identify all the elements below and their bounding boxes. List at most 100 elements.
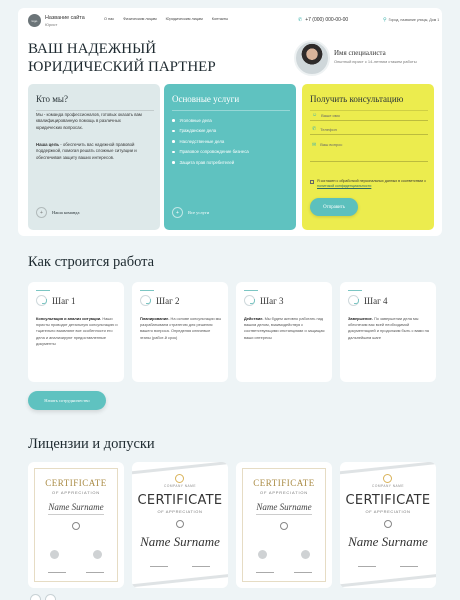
certificate-name: Name Surname (140, 534, 220, 549)
company-name: COMPANY NAME (372, 484, 404, 488)
certificate-card[interactable]: CERTIFICATE OF APPRECIATION Name Surname (28, 462, 124, 588)
signature-line (294, 572, 312, 573)
phone[interactable]: ✆ +7 (000) 000-00-00 (298, 17, 348, 23)
services-list: Уголовные дела Гражданские дела Наследст… (172, 115, 249, 168)
nav-contacts[interactable]: Контакты (212, 17, 228, 21)
certificate-card[interactable]: COMPANY NAME CERTIFICATE OF APPRECIATION… (132, 462, 228, 588)
step-accent (36, 290, 50, 292)
nav-individuals[interactable]: Физическим лицам (123, 17, 157, 21)
site-subtitle: Юрист (45, 22, 58, 27)
consent-prefix: Я согласен с обработкой персональных дан… (317, 179, 426, 183)
consent-text: Я согласен с обработкой персональных дан… (317, 179, 428, 189)
seal-icon (301, 550, 310, 559)
all-services-link[interactable]: + Все услуги (172, 207, 209, 218)
step-card: Шаг 3 Действие. Мы будем активно работать… (236, 282, 332, 382)
nav-about[interactable]: О нас (104, 17, 114, 21)
signature-line (400, 566, 418, 567)
how-title: Как строится работа (28, 254, 155, 270)
name-field[interactable]: ☺ Ваше имя (310, 110, 428, 121)
about-title: Кто мы? (36, 94, 68, 104)
step-lead: Завершение. (348, 316, 373, 321)
start-cooperation-button[interactable]: Начать сотрудничество (28, 391, 106, 410)
checkbox-icon[interactable] (310, 180, 314, 184)
services-title: Основные услуги (172, 94, 240, 104)
user-icon: ☺ (312, 112, 318, 118)
service-item[interactable]: Уголовные дела (172, 115, 249, 126)
certificate-heading: CERTIFICATE (137, 493, 223, 508)
service-item[interactable]: Гражданские дела (172, 126, 249, 137)
step-accent (348, 290, 362, 292)
decor-stripe (132, 572, 228, 588)
service-item[interactable]: Правовое сопровождение бизнеса (172, 147, 249, 158)
step-accent (140, 290, 154, 292)
step-text: Консультация и анализ ситуации. Наши юри… (36, 316, 118, 347)
name-placeholder: Ваше имя (321, 112, 340, 118)
about-block: Кто мы? Мы - команда профессионалов, гот… (28, 84, 160, 230)
carousel-controls (30, 594, 56, 600)
service-item[interactable]: Наследственные дела (172, 136, 249, 147)
question-field[interactable]: ✉ Ваш вопрос (310, 140, 428, 162)
prev-arrow-icon[interactable] (30, 594, 41, 600)
step-text: Завершение. По завершении дела мы обеспе… (348, 316, 430, 341)
hero-title: ВАШ НАДЕЖНЫЙ ЮРИДИЧЕСКИЙ ПАРТНЕР (28, 40, 216, 76)
signature-line (48, 572, 66, 573)
divider (36, 110, 154, 111)
decor-stripe (340, 572, 436, 588)
about-text: Мы - команда профессионалов, готовых ока… (36, 112, 142, 130)
hero-title-line1: ВАШ НАДЕЖНЫЙ (28, 41, 157, 57)
certificate-card[interactable]: CERTIFICATE OF APPRECIATION Name Surname (236, 462, 332, 588)
certificate-name: Name Surname (256, 502, 312, 512)
address: ⚲ Город, название улицы, Дом 1 (383, 17, 439, 23)
step-title: Шаг 2 (156, 296, 180, 306)
phone-field[interactable]: ✆ Телефон (310, 124, 428, 135)
signature-line (256, 572, 274, 573)
specialist-name: Имя специалиста (334, 49, 386, 57)
step-title: Шаг 3 (260, 296, 284, 306)
phone-icon: ✆ (312, 126, 317, 132)
team-link[interactable]: + Наша команда (36, 207, 79, 218)
specialist-description: Опытный юрист с 14-летним стажем работы (334, 59, 417, 64)
all-services-label: Все услуги (188, 210, 210, 215)
step-card: Шаг 4 Завершение. По завершении дела мы о… (340, 282, 436, 382)
services-block: Основные услуги Уголовные дела Гражданск… (164, 84, 296, 230)
medal-icon (175, 474, 184, 483)
certificate-name: Name Surname (348, 534, 428, 549)
certificate-heading: CERTIFICATE (253, 478, 315, 488)
site-logo[interactable]: logo (28, 14, 41, 27)
certificate-heading: CERTIFICATE (45, 478, 107, 488)
specialist-avatar (294, 40, 330, 76)
divider (172, 110, 290, 111)
message-icon: ✉ (312, 142, 317, 148)
step-lead: Консультация и анализ ситуации. (36, 316, 102, 321)
step-icon (140, 295, 151, 306)
step-icon (244, 295, 255, 306)
certificate-subheading: OF APPRECIATION (365, 509, 411, 514)
address-text: Город, название улицы, Дом 1 (388, 18, 440, 22)
certificate-card[interactable]: COMPANY NAME CERTIFICATE OF APPRECIATION… (340, 462, 436, 588)
steps-row: Шаг 1 Консультация и анализ ситуации. Наш… (28, 282, 436, 382)
service-item[interactable]: Защита прав потребителей (172, 157, 249, 168)
consent-checkbox[interactable]: Я согласен с обработкой персональных дан… (310, 179, 428, 189)
certificate-subheading: OF APPRECIATION (52, 490, 100, 495)
signature-line (150, 566, 168, 567)
nav-companies[interactable]: Юридическим лицам (166, 17, 203, 21)
certificate-subheading: OF APPRECIATION (157, 509, 203, 514)
hero-title-line2: ЮРИДИЧЕСКИЙ ПАРТНЕР (28, 59, 216, 75)
licenses-title: Лицензии и допуски (28, 436, 155, 452)
zoom-icon[interactable] (176, 520, 184, 528)
zoom-icon[interactable] (280, 522, 288, 530)
phone-icon: ✆ (298, 17, 303, 23)
zoom-icon[interactable] (72, 522, 80, 530)
plus-icon: + (36, 207, 47, 218)
consult-title: Получить консультацию (310, 94, 404, 104)
zoom-icon[interactable] (384, 520, 392, 528)
step-card: Шаг 2 Планирование. На основе консультаци… (132, 282, 228, 382)
location-pin-icon: ⚲ (383, 17, 387, 23)
privacy-policy-link[interactable]: политикой конфиденциальности (317, 184, 371, 188)
plus-icon: + (172, 207, 183, 218)
company-name: COMPANY NAME (164, 484, 196, 488)
submit-button[interactable]: Отправить (310, 198, 358, 216)
next-arrow-icon[interactable] (45, 594, 56, 600)
about-goal-label: Наша цель (36, 142, 60, 147)
certificate-heading: CERTIFICATE (345, 493, 431, 508)
